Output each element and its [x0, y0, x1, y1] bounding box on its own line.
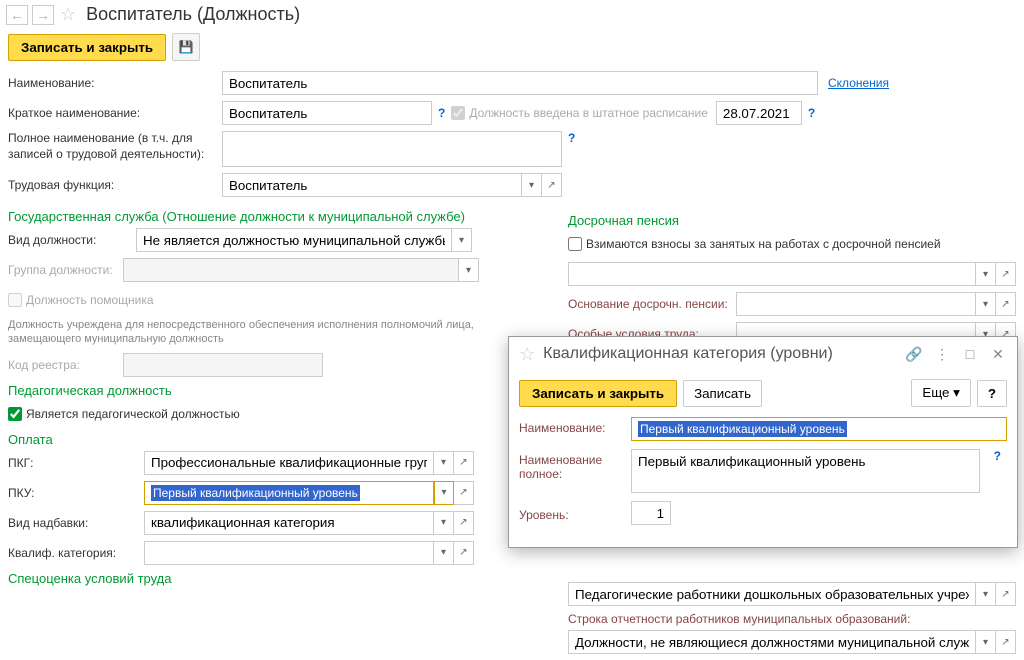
modal-full-input[interactable] — [631, 449, 980, 493]
open-icon[interactable]: ↗ — [996, 630, 1016, 654]
modal-title: Квалификационная категория (уровни) — [543, 345, 897, 363]
name-label: Наименование: — [8, 76, 222, 90]
modal-save-button[interactable]: Записать — [683, 380, 762, 407]
type-input[interactable] — [136, 228, 452, 252]
spec-section-title: Спецоценка условий труда — [8, 571, 548, 586]
short-name-input[interactable] — [222, 101, 432, 125]
favorite-icon[interactable]: ☆ — [60, 4, 76, 25]
basis-input[interactable] — [736, 292, 976, 316]
open-icon[interactable]: ↗ — [454, 511, 474, 535]
in-staff-date-input[interactable] — [716, 101, 802, 125]
modal-save-close-button[interactable]: Записать и закрыть — [519, 380, 677, 407]
dropdown-icon[interactable]: ▾ — [976, 630, 996, 654]
dropdown-icon[interactable]: ▾ — [459, 258, 479, 282]
save-close-button[interactable]: Записать и закрыть — [8, 34, 166, 61]
dropdown-icon[interactable]: ▾ — [976, 292, 996, 316]
modal-level-label: Уровень: — [519, 504, 623, 522]
modal-name-input[interactable]: Первый квалификационный уровень — [631, 417, 1007, 441]
short-name-label: Краткое наименование: — [8, 106, 222, 120]
pay-section-title: Оплата — [8, 432, 548, 447]
code-label: Код реестра: — [8, 358, 123, 372]
bottom-line2-label: Строка отчетности работников муниципальн… — [568, 612, 1016, 626]
open-icon[interactable]: ↗ — [996, 582, 1016, 606]
help-icon[interactable]: ? — [438, 106, 445, 120]
link-icon[interactable]: 🔗 — [903, 343, 925, 365]
pension-chk-label: Взимаются взносы за занятых на работах с… — [586, 237, 941, 251]
ped-section-title: Педагогическая должность — [8, 383, 548, 398]
func-input[interactable] — [222, 173, 522, 197]
page-title: Воспитатель (Должность) — [86, 4, 300, 25]
declension-link[interactable]: Склонения — [828, 76, 889, 90]
gov-note: Должность учреждена для непосредственног… — [8, 318, 548, 347]
full-name-label: Полное наименование (в т.ч. для записей … — [8, 131, 222, 162]
open-icon[interactable]: ↗ — [996, 262, 1016, 286]
help-icon[interactable]: ? — [994, 449, 1001, 463]
gov-section-title: Государственная служба (Отношение должно… — [8, 209, 548, 224]
dropdown-icon[interactable]: ▾ — [434, 541, 454, 565]
pkg-input[interactable] — [144, 451, 434, 475]
open-icon[interactable]: ↗ — [454, 541, 474, 565]
func-label: Трудовая функция: — [8, 178, 222, 192]
pension-field-input[interactable] — [568, 262, 976, 286]
cat-input[interactable] — [144, 541, 434, 565]
assistant-label: Должность помощника — [26, 293, 154, 307]
modal-full-label: Наименование полное: — [519, 449, 623, 481]
dropdown-icon[interactable]: ▾ — [434, 451, 454, 475]
assistant-checkbox — [8, 293, 22, 307]
type-label: Вид должности: — [8, 233, 136, 247]
allow-input[interactable] — [144, 511, 434, 535]
pku-input[interactable]: Первый квалификационный уровень — [144, 481, 434, 505]
modal-level-input[interactable] — [631, 501, 671, 525]
ped-checkbox[interactable] — [8, 407, 22, 421]
save-button[interactable]: 💾 — [172, 33, 200, 61]
basis-label: Основание досрочн. пенсии: — [568, 297, 736, 311]
chevron-down-icon: ▾ — [953, 385, 960, 400]
pku-label: ПКУ: — [8, 486, 144, 500]
dropdown-icon[interactable]: ▾ — [976, 262, 996, 286]
forward-button[interactable]: → — [32, 5, 54, 25]
modal-help-button[interactable]: ? — [977, 380, 1007, 407]
bottom-line1-input[interactable] — [568, 582, 976, 606]
code-input — [123, 353, 323, 377]
pension-checkbox[interactable] — [568, 237, 582, 251]
dropdown-icon[interactable]: ▾ — [522, 173, 542, 197]
open-icon[interactable]: ↗ — [454, 451, 474, 475]
cat-label: Квалиф. категория: — [8, 546, 144, 560]
back-button[interactable]: ← — [6, 5, 28, 25]
open-icon[interactable]: ↗ — [542, 173, 562, 197]
ped-label: Является педагогической должностью — [26, 407, 240, 421]
open-icon[interactable]: ↗ — [996, 292, 1016, 316]
modal-more-button[interactable]: Еще ▾ — [911, 379, 971, 407]
open-icon[interactable]: ↗ — [454, 481, 474, 505]
more-icon[interactable]: ⋮ — [931, 343, 953, 365]
qualification-modal: ☆ Квалификационная категория (уровни) 🔗 … — [508, 336, 1018, 548]
maximize-icon[interactable]: □ — [959, 343, 981, 365]
allow-label: Вид надбавки: — [8, 516, 144, 530]
dropdown-icon[interactable]: ▾ — [976, 582, 996, 606]
dropdown-icon[interactable]: ▾ — [434, 511, 454, 535]
group-label: Группа должности: — [8, 263, 123, 277]
pension-section-title: Досрочная пенсия — [568, 213, 1016, 228]
favorite-icon[interactable]: ☆ — [519, 344, 535, 365]
dropdown-icon[interactable]: ▾ — [434, 481, 454, 505]
dropdown-icon[interactable]: ▾ — [452, 228, 472, 252]
help-icon[interactable]: ? — [568, 131, 575, 145]
full-name-input[interactable] — [222, 131, 562, 167]
in-staff-checkbox — [451, 106, 465, 120]
diskette-icon: 💾 — [179, 40, 194, 54]
pkg-label: ПКГ: — [8, 456, 144, 470]
in-staff-label: Должность введена в штатное расписание — [469, 106, 708, 120]
modal-name-label: Наименование: — [519, 417, 623, 435]
bottom-line2-input[interactable] — [568, 630, 976, 654]
group-input — [123, 258, 459, 282]
help-icon[interactable]: ? — [808, 106, 815, 120]
close-icon[interactable]: ✕ — [987, 343, 1009, 365]
name-input[interactable] — [222, 71, 818, 95]
